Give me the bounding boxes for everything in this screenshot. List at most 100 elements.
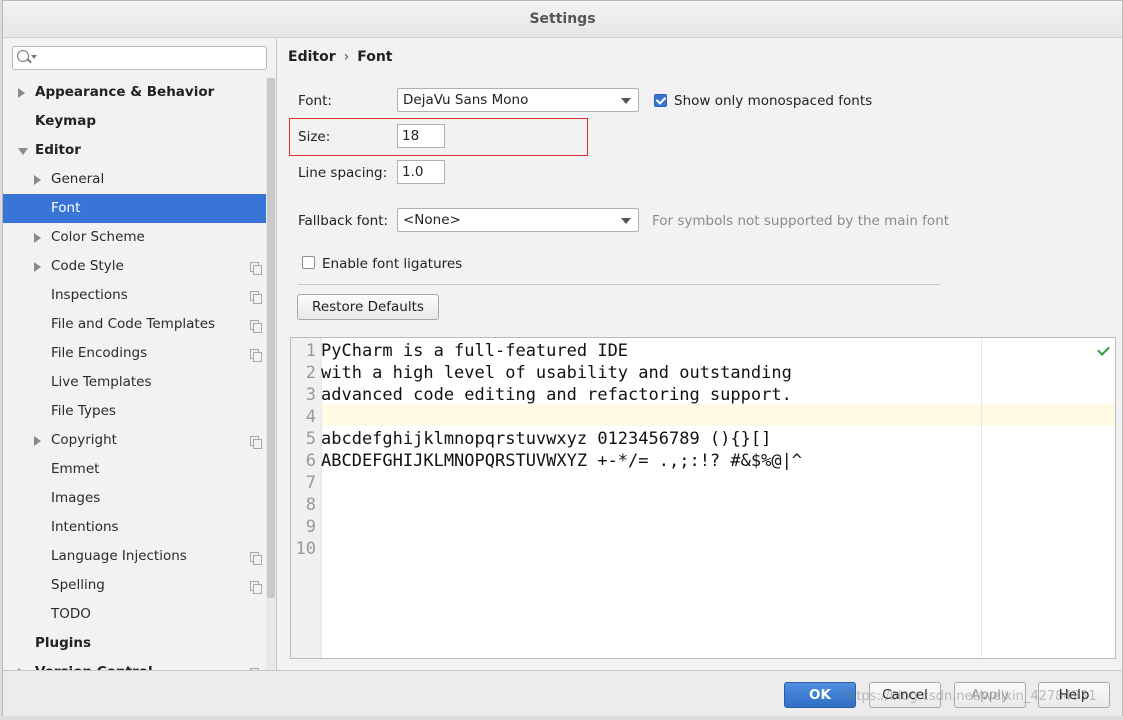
project-settings-icon [250,552,262,565]
divider [298,284,940,285]
sidebar-item-label: File Types [51,403,116,419]
collapsed-arrow-icon[interactable] [34,175,41,185]
ligatures-label[interactable]: Enable font ligatures [322,256,462,272]
sidebar-item[interactable]: Copyright [3,426,266,455]
sidebar-item-label: Font [51,200,81,216]
sidebar-item[interactable]: Intentions [3,513,266,542]
sidebar-item[interactable]: File Encodings [3,339,266,368]
preview-code-line[interactable]: advanced code editing and refactoring su… [321,384,792,406]
sidebar-item-label: Copyright [51,432,117,448]
sidebar-item-label: Code Style [51,258,124,274]
title-bar[interactable]: Settings [3,1,1122,38]
sidebar-item-label: Spelling [51,577,105,593]
sidebar-item-label: Live Templates [51,374,152,390]
sidebar-item-label: Plugins [35,635,92,651]
check-icon [1097,343,1110,356]
fallback-font-label: Fallback font: [298,213,389,229]
project-settings-icon [250,291,262,304]
line-number: 10 [295,539,316,559]
line-spacing-field[interactable]: 1.0 [397,160,445,184]
sidebar-item[interactable]: TODO [3,600,266,629]
sidebar-item[interactable]: Appearance & Behavior [3,78,266,107]
sidebar-scrollbar[interactable] [266,78,276,670]
sidebar-item[interactable]: Language Injections [3,542,266,571]
sidebar-item[interactable]: Emmet [3,455,266,484]
sidebar-item[interactable]: Keymap [3,107,266,136]
settings-sidebar: Appearance & Behavior Keymap Editor General… [3,38,277,670]
chevron-down-icon[interactable] [621,98,631,104]
line-number: 6 [305,451,316,471]
ligatures-checkbox[interactable] [302,256,315,269]
sidebar-item-label: Appearance & Behavior [35,84,215,100]
sidebar-item[interactable]: Images [3,484,266,513]
current-line-highlight [291,404,1115,426]
sidebar-item[interactable]: Editor [3,136,266,165]
line-number: 4 [305,407,316,427]
sidebar-item[interactable]: File Types [3,397,266,426]
sidebar-item-label: File Encodings [51,345,148,361]
sidebar-item-label: Editor [35,142,81,158]
sidebar-item-label: Images [51,490,101,506]
fallback-font-value: <None> [403,212,461,228]
sidebar-item[interactable]: Spelling [3,571,266,600]
restore-defaults-button[interactable]: Restore Defaults [297,294,439,320]
sidebar-item-label: Inspections [51,287,128,303]
sidebar-item[interactable]: Color Scheme [3,223,266,252]
size-label: Size: [298,129,331,145]
sidebar-item-label: Intentions [51,519,119,535]
sidebar-item-label: Language Injections [51,548,187,564]
sidebar-item[interactable]: Code Style [3,252,266,281]
size-value: 18 [402,128,420,144]
line-number: 8 [305,495,316,515]
project-settings-icon [250,262,262,275]
preview-code-line[interactable]: PyCharm is a full-featured IDE [321,340,628,362]
line-spacing-label: Line spacing: [298,165,388,181]
search-input[interactable] [12,46,267,70]
line-number: 2 [305,363,316,383]
sidebar-item[interactable]: Inspections [3,281,266,310]
preview-code-line[interactable]: with a high level of usability and outst… [321,362,792,384]
sidebar-item-label: TODO [51,606,91,622]
sidebar-item-label: Color Scheme [51,229,145,245]
collapsed-arrow-icon[interactable] [34,436,41,446]
collapsed-arrow-icon[interactable] [34,262,41,272]
font-label: Font: [298,93,332,109]
project-settings-icon [250,320,262,333]
watermark: https://blog.csdn.net/weixin_42784931 [843,689,1097,704]
preview-code-line[interactable]: ABCDEFGHIJKLMNOPQRSTUVWXYZ +-*/= .,;:!? … [321,450,802,472]
line-number: 1 [305,341,316,361]
right-margin-guide [981,338,982,658]
line-number: 9 [305,517,316,537]
collapsed-arrow-icon[interactable] [18,88,25,98]
font-select[interactable]: DejaVu Sans Mono [397,88,639,112]
sidebar-item[interactable]: Plugins [3,629,266,658]
fallback-font-select[interactable]: <None> [397,208,639,232]
scrollbar-thumb[interactable] [267,78,275,598]
collapsed-arrow-icon[interactable] [34,233,41,243]
expanded-arrow-icon[interactable] [18,148,28,155]
project-settings-icon [250,349,262,362]
sidebar-item[interactable]: General [3,165,266,194]
sidebar-item-label: General [51,171,105,187]
chevron-down-icon[interactable] [621,218,631,224]
settings-tree: Appearance & Behavior Keymap Editor General… [3,78,266,670]
sidebar-item-label: Emmet [51,461,100,477]
line-number: 5 [305,429,316,449]
font-preview-editor[interactable]: 1 PyCharm is a full-featured IDE 2 with a h… [290,337,1116,659]
window-title: Settings [529,11,596,27]
sidebar-item[interactable]: Font [3,194,266,223]
breadcrumb-separator: › [343,49,350,65]
sidebar-item[interactable]: File and Code Templates [3,310,266,339]
sidebar-item[interactable]: Version Control [3,658,266,670]
sidebar-item-label: Keymap [35,113,97,129]
monospaced-checkbox[interactable] [654,94,667,107]
breadcrumb-parent: Editor [288,49,336,65]
monospaced-label[interactable]: Show only monospaced fonts [674,93,872,109]
settings-window: Settings Appearance & Behavior Keymap Edit… [2,0,1123,716]
chevron-down-icon[interactable] [31,55,37,59]
breadcrumb: Editor › Font [288,49,393,65]
sidebar-item[interactable]: Live Templates [3,368,266,397]
size-field[interactable]: 18 [397,124,445,148]
preview-code-line[interactable]: abcdefghijklmnopqrstuvwxyz 0123456789 ()… [321,428,771,450]
search-icon[interactable] [17,50,29,62]
